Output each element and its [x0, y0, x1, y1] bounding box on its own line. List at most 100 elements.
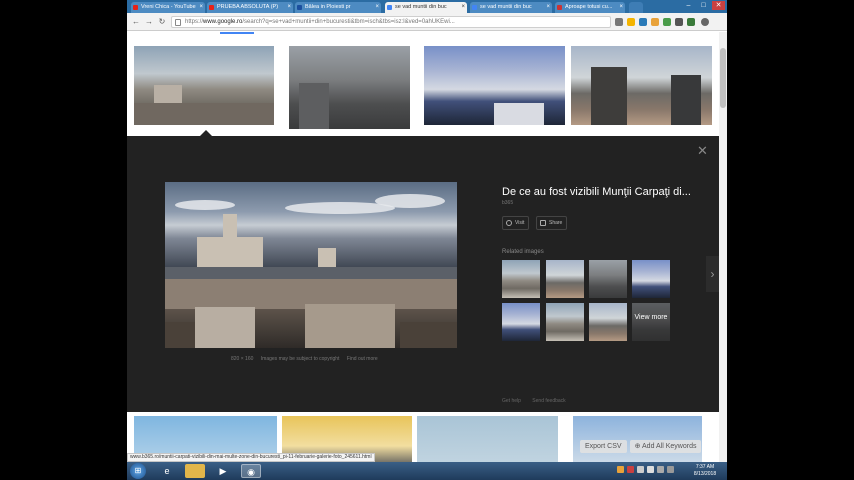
tab-label: PRUEBA ABSOLUTA (P) — [217, 4, 279, 10]
visit-button[interactable]: Visit — [502, 216, 530, 230]
image-size: 820 × 160 — [231, 356, 254, 362]
related-image[interactable] — [502, 303, 540, 341]
chrome-icon[interactable]: ◉ — [241, 464, 261, 478]
related-image[interactable] — [589, 303, 627, 341]
status-bar-link: www.b365.ro/muntii-carpati-vizibili-din-… — [127, 453, 375, 462]
forward-arrow-icon[interactable]: → — [144, 17, 154, 27]
view-more-button[interactable]: View more — [632, 303, 670, 341]
extension-icon[interactable] — [651, 18, 659, 26]
extension-icon[interactable] — [639, 18, 647, 26]
extension-icon[interactable] — [663, 18, 671, 26]
result-image[interactable] — [571, 46, 712, 125]
related-image[interactable] — [632, 260, 670, 298]
file-explorer-icon[interactable] — [185, 464, 205, 478]
scrollbar[interactable] — [719, 32, 727, 462]
send-feedback-link[interactable]: Send feedback — [532, 398, 565, 404]
preview-title[interactable]: De ce au fost vizibili Munţii Carpaţi di… — [502, 186, 691, 198]
related-image[interactable] — [502, 260, 540, 298]
maximize-button[interactable]: □ — [697, 1, 710, 10]
result-image[interactable] — [134, 46, 274, 125]
media-player-icon[interactable]: ▶ — [213, 464, 233, 478]
url-scheme: https:// — [185, 19, 204, 25]
tab-close-icon[interactable]: × — [546, 2, 550, 13]
find-out-more-link[interactable]: Find out more — [347, 356, 378, 362]
add-all-keywords-button[interactable]: ⊕ Add All Keywords — [629, 440, 702, 453]
extension-icon[interactable] — [687, 18, 695, 26]
copyright-note: Images may be subject to copyright — [260, 356, 340, 362]
star-icon[interactable] — [627, 18, 635, 26]
share-button[interactable]: Share — [536, 216, 568, 230]
zoom-icon[interactable] — [615, 18, 623, 26]
extension-icon[interactable] — [675, 18, 683, 26]
clock-time: 7:37 AM — [695, 464, 715, 470]
tab-close-icon[interactable]: × — [619, 2, 623, 13]
keywords-toolbar: Export CSV ⊕ Add All Keywords — [580, 440, 702, 454]
google-favicon-icon — [387, 5, 392, 10]
tab-label: Bâlea in Ploiesti pr — [305, 4, 351, 10]
result-image[interactable] — [289, 46, 410, 129]
share-icon — [540, 220, 546, 226]
minimize-button[interactable]: – — [682, 1, 695, 10]
export-csv-button[interactable]: Export CSV — [580, 440, 627, 453]
tab-close-icon[interactable]: × — [287, 2, 291, 13]
tab-strip: Vreni Chica - YouTube × PRUEBA ABSOLUTA … — [127, 0, 727, 13]
tab-label: se vad muntii din buc — [395, 4, 447, 10]
window-controls: – □ ✕ — [682, 1, 725, 12]
related-image[interactable] — [546, 303, 584, 341]
result-image[interactable] — [417, 416, 558, 462]
get-help-link[interactable]: Get help — [502, 398, 521, 404]
new-tab-button[interactable] — [629, 2, 643, 13]
youtube-favicon-icon — [133, 5, 138, 10]
images-tab-underline — [220, 32, 254, 34]
tab-close-icon[interactable]: × — [461, 2, 465, 13]
scrollbar-thumb[interactable] — [720, 48, 726, 108]
back-arrow-icon[interactable]: ← — [131, 17, 141, 27]
image-meta: 820 × 160 Images may be subject to copyr… — [231, 356, 378, 362]
site-favicon-icon — [297, 5, 302, 10]
result-image[interactable] — [573, 416, 702, 462]
windows-taskbar: ⊞ e ▶ ◉ 7:37 AM 8/13/2018 — [127, 462, 727, 480]
visit-label: Visit — [515, 220, 525, 226]
google-images-page: ✕ 820 × 160 Images may be subject to cop… — [127, 32, 719, 462]
preview-pointer — [200, 130, 212, 136]
preview-footer: Get help Send feedback — [502, 398, 576, 404]
close-window-button[interactable]: ✕ — [712, 1, 725, 10]
browser-tab[interactable]: PRUEBA ABSOLUTA (P) × — [207, 2, 293, 13]
related-image[interactable] — [589, 260, 627, 298]
close-icon[interactable]: ✕ — [697, 144, 708, 157]
tab-close-icon[interactable]: × — [375, 2, 379, 13]
browser-tab-active[interactable]: se vad muntii din buc × — [385, 2, 467, 13]
browser-tab[interactable]: se vad muntii din buc × — [470, 2, 552, 13]
tab-label: Vreni Chica - YouTube — [141, 4, 196, 10]
related-images-title: Related images — [502, 249, 544, 255]
tray-icon[interactable] — [667, 466, 674, 473]
browser-tab[interactable]: Vreni Chica - YouTube × — [131, 2, 205, 13]
clock[interactable]: 7:37 AM 8/13/2018 — [687, 464, 723, 478]
address-bar[interactable]: https://www.google.ro/search?q=se+vad+mu… — [171, 16, 611, 28]
menu-icon[interactable] — [701, 18, 709, 26]
url-path: /search?q=se+vad+muntii+din+bucuresti&tb… — [242, 19, 455, 25]
related-image[interactable] — [546, 260, 584, 298]
start-button[interactable]: ⊞ — [130, 463, 146, 479]
preview-domain[interactable]: b365 — [502, 200, 513, 206]
screen: Vreni Chica - YouTube × PRUEBA ABSOLUTA … — [127, 0, 727, 480]
flag-icon[interactable] — [657, 466, 664, 473]
site-favicon-icon — [557, 5, 562, 10]
browser-tab[interactable]: Aproape totusi cu... × — [555, 2, 625, 13]
tab-label: se vad muntii din buc — [480, 4, 532, 10]
next-arrow-icon[interactable]: › — [706, 256, 719, 292]
internet-explorer-icon[interactable]: e — [157, 464, 177, 478]
clock-date: 8/13/2018 — [693, 471, 717, 477]
image-preview-panel: ✕ 820 × 160 Images may be subject to cop… — [127, 130, 719, 412]
tab-close-icon[interactable]: × — [199, 2, 203, 13]
reload-icon[interactable]: ↻ — [157, 17, 167, 27]
tray-icon[interactable] — [617, 466, 624, 473]
volume-icon[interactable] — [647, 466, 654, 473]
preview-image[interactable] — [165, 182, 457, 348]
network-icon[interactable] — [637, 466, 644, 473]
share-label: Share — [549, 220, 563, 226]
tray-icon[interactable] — [627, 466, 634, 473]
browser-tab[interactable]: Bâlea in Ploiesti pr × — [295, 2, 381, 13]
result-image[interactable] — [424, 46, 565, 125]
url-text[interactable]: https://www.google.ro/search?q=se+vad+mu… — [185, 17, 605, 28]
